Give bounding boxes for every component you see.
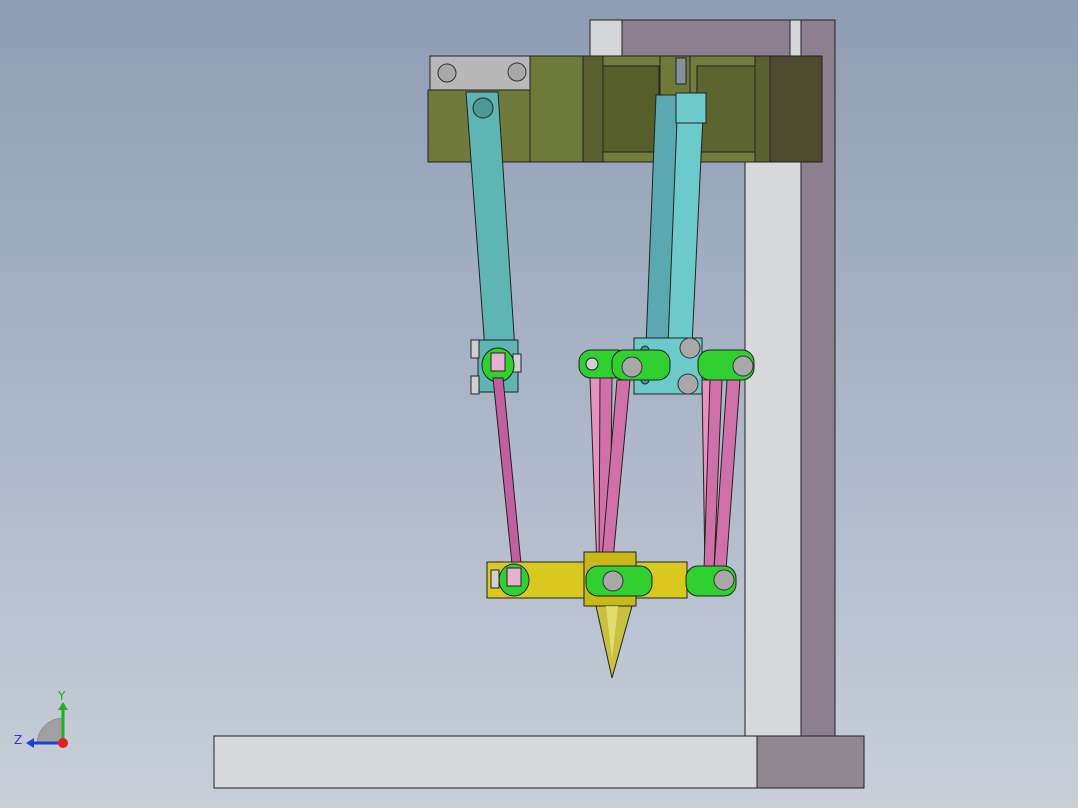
y-axis-label: Y: [57, 689, 66, 703]
bolt-icon: [602, 570, 624, 592]
motor-body-4[interactable]: [602, 65, 660, 153]
lower-rods[interactable]: [492, 377, 741, 575]
screw-icon: [470, 339, 480, 359]
bolt-icon: [713, 569, 735, 591]
bolt-icon: [507, 62, 527, 82]
frame-column-edge[interactable]: [789, 19, 802, 59]
pivot-icon: [472, 97, 494, 119]
upper-arm-clamp[interactable]: [675, 92, 707, 124]
screw-icon: [490, 569, 500, 589]
coordinate-triad: Y Z: [14, 689, 68, 748]
screw-icon: [470, 375, 480, 395]
bolt-icon: [585, 357, 599, 371]
bolt-icon: [437, 63, 457, 83]
cad-viewport[interactable]: Y Z: [0, 0, 1078, 808]
z-axis-arrow-icon: [26, 738, 34, 748]
bolt-icon: [679, 337, 701, 359]
motor-shaft[interactable]: [675, 57, 687, 85]
triad-base-icon: [36, 717, 64, 744]
end-effector[interactable]: [486, 551, 737, 679]
x-axis-icon: [58, 738, 68, 748]
base-plate-light[interactable]: [213, 735, 758, 789]
motor-body-2[interactable]: [582, 55, 604, 163]
bolt-icon: [732, 355, 754, 377]
lower-rod-left[interactable]: [492, 377, 523, 575]
base-plate-dark[interactable]: [756, 735, 865, 789]
motor-body-9[interactable]: [769, 55, 823, 163]
rod-end-icon: [506, 567, 522, 587]
z-axis-label: Z: [14, 733, 22, 747]
rod-end-icon: [490, 352, 506, 372]
y-axis-arrow-icon: [58, 702, 68, 710]
bolt-icon: [677, 373, 699, 395]
bolt-icon: [621, 356, 643, 378]
motor-body-1[interactable]: [529, 55, 586, 163]
delta-robot-model[interactable]: Y Z: [0, 0, 1078, 808]
